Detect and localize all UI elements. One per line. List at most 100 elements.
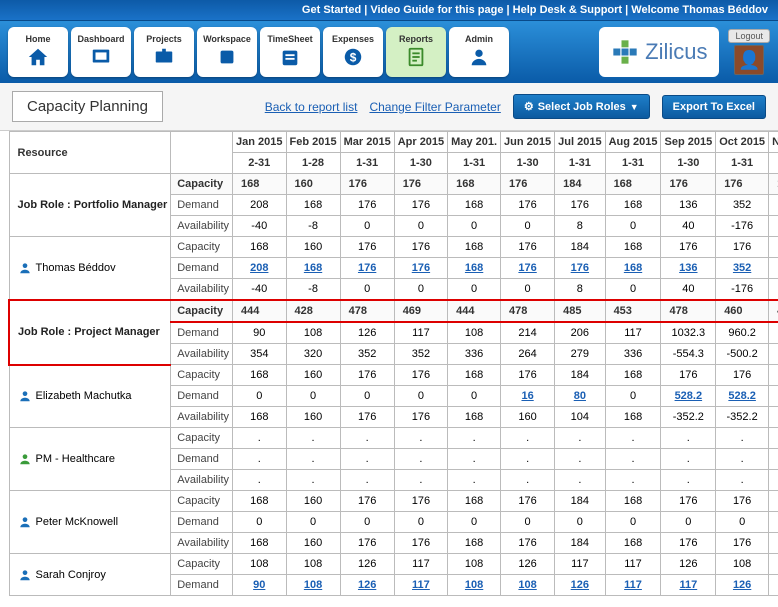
cell: 320 bbox=[286, 344, 340, 365]
resource-name[interactable]: Peter McKnowell bbox=[9, 491, 171, 554]
expenses-icon: $ bbox=[342, 46, 364, 71]
cell: . bbox=[501, 470, 555, 491]
metric-label: Capacity bbox=[171, 300, 233, 322]
cell[interactable]: 126 bbox=[340, 575, 394, 596]
cell: 108 bbox=[233, 554, 286, 575]
cell: 104 bbox=[555, 407, 605, 428]
metric-label: Capacity bbox=[171, 365, 233, 386]
cell[interactable]: 90 bbox=[233, 575, 286, 596]
toplink-getstarted[interactable]: Get Started bbox=[302, 4, 361, 16]
cell: . bbox=[555, 470, 605, 491]
cell: 176 bbox=[501, 237, 555, 258]
cell: 0 bbox=[605, 512, 661, 533]
cell[interactable]: 168 bbox=[605, 258, 661, 279]
cell: . bbox=[716, 428, 769, 449]
cell[interactable]: 117 bbox=[605, 575, 661, 596]
month-header[interactable]: Jul 2015 bbox=[555, 132, 605, 153]
cell: 248 bbox=[769, 195, 778, 216]
sub-header: 1-30 bbox=[661, 153, 716, 174]
resource-name[interactable]: Elizabeth Machutka bbox=[9, 365, 171, 428]
cell[interactable]: 176 bbox=[340, 258, 394, 279]
cell[interactable]: 108 bbox=[448, 575, 501, 596]
cell[interactable]: 528.2 bbox=[716, 386, 769, 407]
month-header[interactable]: Apr 2015 bbox=[394, 132, 447, 153]
resource-name[interactable]: Thomas Béddov bbox=[9, 237, 171, 301]
cell[interactable]: 16 bbox=[501, 386, 555, 407]
back-to-report-list-link[interactable]: Back to report list bbox=[265, 100, 358, 114]
cell: 206 bbox=[555, 322, 605, 344]
user-avatar[interactable] bbox=[734, 45, 764, 75]
cell[interactable]: 80 bbox=[555, 386, 605, 407]
cell: 176 bbox=[340, 237, 394, 258]
cell[interactable]: 176 bbox=[501, 258, 555, 279]
cell[interactable]: 168 bbox=[286, 258, 340, 279]
export-to-excel-button[interactable]: Export To Excel bbox=[662, 95, 766, 119]
resource-header: Resource bbox=[9, 132, 171, 174]
cell: 176 bbox=[501, 491, 555, 512]
metric-label: Availability bbox=[171, 533, 233, 554]
month-header[interactable]: Nov 2015 bbox=[769, 132, 778, 153]
section-title: Job Role : Project Manager bbox=[9, 300, 171, 365]
cell: 117 bbox=[605, 554, 661, 575]
nav-tab-workspace[interactable]: Workspace bbox=[197, 27, 257, 77]
cell: 184 bbox=[555, 237, 605, 258]
cell[interactable]: 126 bbox=[555, 575, 605, 596]
cell: . bbox=[716, 470, 769, 491]
cell[interactable]: 208 bbox=[233, 258, 286, 279]
month-header[interactable]: Mar 2015 bbox=[340, 132, 394, 153]
nav-tab-expenses[interactable]: Expenses$ bbox=[323, 27, 383, 77]
resource-name[interactable]: Sarah Conjroy bbox=[9, 554, 171, 596]
cell: 168 bbox=[448, 174, 501, 195]
cell: -176 bbox=[716, 216, 769, 237]
cell[interactable]: 136 bbox=[661, 258, 716, 279]
nav-tab-admin[interactable]: Admin bbox=[449, 27, 509, 77]
cell: 160 bbox=[286, 491, 340, 512]
logout-button[interactable]: Logout bbox=[728, 29, 770, 43]
cell: 0 bbox=[501, 512, 555, 533]
nav-tab-dashboard[interactable]: Dashboard bbox=[71, 27, 131, 77]
cell[interactable]: 176 bbox=[394, 258, 447, 279]
cell: 478 bbox=[661, 300, 716, 322]
cell: 160 bbox=[286, 407, 340, 428]
change-filter-link[interactable]: Change Filter Parameter bbox=[369, 100, 500, 114]
cell[interactable]: 108 bbox=[286, 575, 340, 596]
nav-tab-timesheet[interactable]: TimeSheet bbox=[260, 27, 320, 77]
month-header[interactable]: Feb 2015 bbox=[286, 132, 340, 153]
cell: . bbox=[448, 470, 501, 491]
cell: -352.2 bbox=[716, 407, 769, 428]
month-header[interactable]: Aug 2015 bbox=[605, 132, 661, 153]
toplink-videoguide[interactable]: Video Guide for this page bbox=[370, 4, 503, 16]
cell[interactable]: 176 bbox=[555, 258, 605, 279]
cell[interactable]: 117 bbox=[661, 575, 716, 596]
month-header[interactable]: Sep 2015 bbox=[661, 132, 716, 153]
cell: 176 bbox=[394, 237, 447, 258]
resource-name[interactable]: PM - Healthcare bbox=[9, 428, 171, 491]
cell[interactable]: 352 bbox=[716, 258, 769, 279]
cell: 117 bbox=[605, 322, 661, 344]
cell: 428 bbox=[286, 300, 340, 322]
cell: . bbox=[605, 428, 661, 449]
cell[interactable]: 117 bbox=[394, 575, 447, 596]
nav-tab-home[interactable]: Home bbox=[8, 27, 68, 77]
cell: 354 bbox=[233, 344, 286, 365]
toplink-helpdesk[interactable]: Help Desk & Support bbox=[513, 4, 622, 16]
cell[interactable]: 108 bbox=[769, 575, 778, 596]
month-header[interactable]: Jun 2015 bbox=[501, 132, 555, 153]
cell: 117 bbox=[394, 322, 447, 344]
select-job-roles-button[interactable]: ⚙ Select Job Roles ▼ bbox=[513, 94, 650, 119]
cell: 184 bbox=[555, 174, 605, 195]
nav-tab-projects[interactable]: Projects bbox=[134, 27, 194, 77]
brand-logo[interactable]: Zilicus bbox=[599, 27, 719, 77]
month-header[interactable]: May 201. bbox=[448, 132, 501, 153]
month-header[interactable]: Jan 2015 bbox=[233, 132, 286, 153]
nav-bar: HomeDashboardProjectsWorkspaceTimeSheetE… bbox=[0, 21, 778, 83]
cell: 168 bbox=[605, 533, 661, 554]
month-header[interactable]: Oct 2015 bbox=[716, 132, 769, 153]
cell[interactable]: 108 bbox=[501, 575, 555, 596]
nav-tab-reports[interactable]: Reports bbox=[386, 27, 446, 77]
cell[interactable]: 126 bbox=[716, 575, 769, 596]
cell: . bbox=[340, 470, 394, 491]
cell[interactable]: 528.2 bbox=[661, 386, 716, 407]
cell[interactable]: 248 bbox=[769, 258, 778, 279]
cell[interactable]: 168 bbox=[448, 258, 501, 279]
